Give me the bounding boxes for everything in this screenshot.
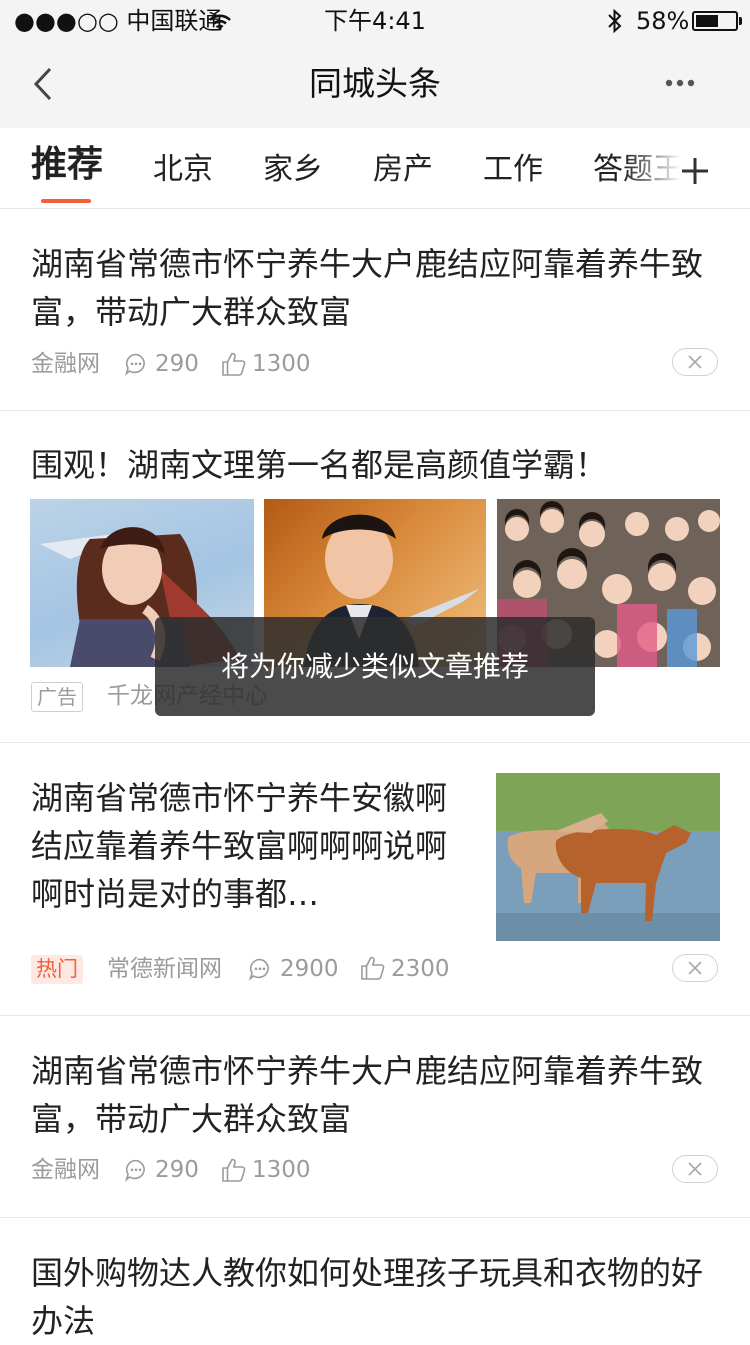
comment-count: 290	[155, 351, 199, 377]
tab-property[interactable]: 房产	[373, 150, 433, 190]
cattle-photo-image	[496, 773, 720, 941]
dismiss-button[interactable]	[672, 954, 718, 982]
close-icon	[688, 961, 702, 975]
like-icon	[222, 1158, 246, 1182]
comment-icon	[125, 1159, 145, 1182]
article-title[interactable]: 湖南省常德市怀宁养牛大户鹿结应阿靠着养牛致富，带动广大群众致富	[31, 1047, 721, 1143]
article-source: 常德新闻网	[107, 956, 222, 982]
active-tab-indicator	[41, 199, 91, 203]
dismiss-button[interactable]	[672, 1155, 718, 1183]
article-source: 金融网	[31, 351, 100, 377]
battery-percent: 58%	[636, 7, 690, 35]
hot-badge: 热门	[31, 955, 83, 984]
article-title[interactable]: 湖南省常德市怀宁养牛大户鹿结应阿靠着养牛致富，带动广大群众致富	[31, 240, 721, 336]
feedback-toast: 将为你减少类似文章推荐	[155, 617, 595, 716]
article-source: 金融网	[31, 1157, 100, 1183]
bluetooth-icon	[608, 8, 622, 34]
close-icon	[688, 355, 702, 369]
tab-jobs[interactable]: 工作	[483, 150, 543, 190]
battery-icon	[692, 11, 738, 31]
like-count: 1300	[252, 1157, 311, 1183]
article-title[interactable]: 围观！湖南文理第一名都是高颜值学霸！	[31, 441, 721, 489]
like-count: 1300	[252, 351, 311, 377]
comment-count: 2900	[280, 956, 339, 982]
top-bar: ●●●○○ 中国联通 下午4:41 58% 同城头条	[0, 0, 750, 128]
close-icon	[688, 1162, 702, 1176]
comment-icon	[249, 958, 269, 981]
like-icon	[222, 352, 246, 376]
plus-icon[interactable]	[680, 156, 710, 186]
tab-beijing[interactable]: 北京	[153, 150, 213, 190]
tab-hometown[interactable]: 家乡	[263, 150, 323, 190]
comment-count: 290	[155, 1157, 199, 1183]
article-title[interactable]: 国外购物达人教你如何处理孩子玩具和衣物的好办法	[31, 1249, 721, 1345]
article-title[interactable]: 湖南省常德市怀宁养牛安徽啊结应靠着养牛致富啊啊啊说啊啊时尚是对的事都…	[31, 774, 476, 918]
more-dots-icon[interactable]	[664, 77, 696, 89]
ad-badge: 广告	[31, 682, 83, 712]
like-count: 2300	[391, 956, 450, 982]
dismiss-button[interactable]	[672, 348, 718, 376]
page-title: 同城头条	[309, 64, 441, 103]
tab-recommend[interactable]: 推荐	[31, 145, 103, 185]
comment-icon	[125, 353, 145, 376]
article-thumbnail[interactable]	[496, 773, 720, 941]
like-icon	[361, 956, 385, 980]
